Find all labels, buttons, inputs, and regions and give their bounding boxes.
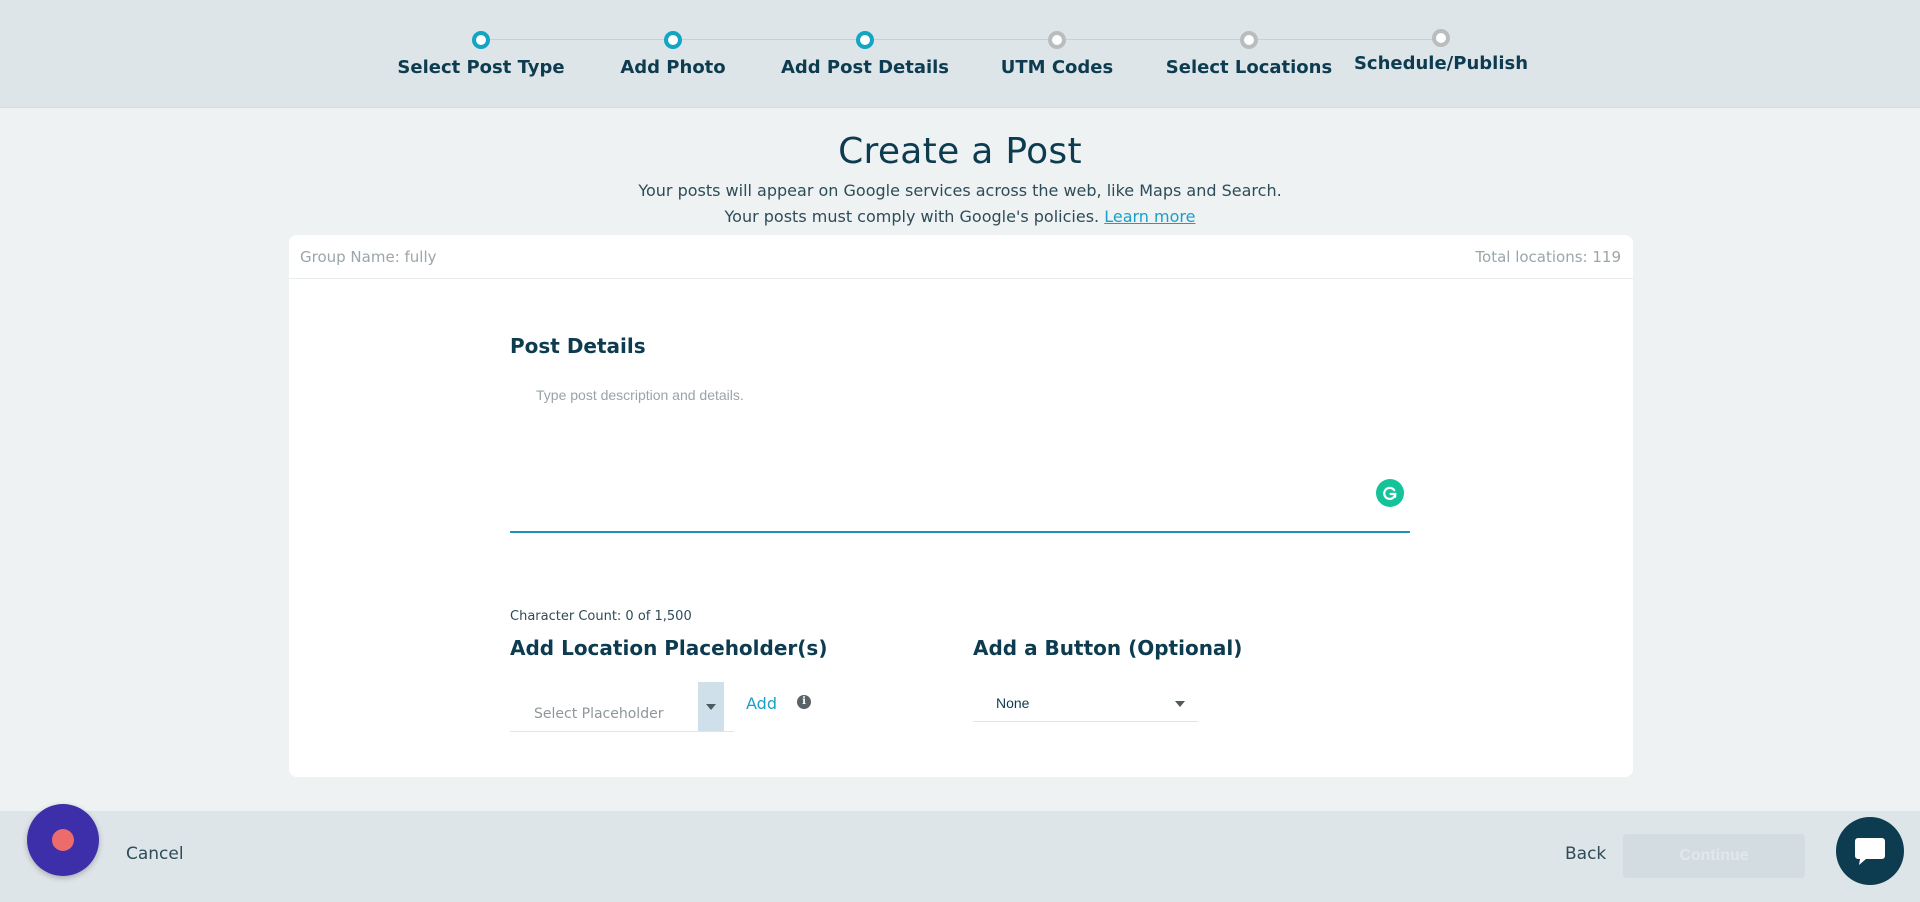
page-subtitle: Your posts will appear on Google service… — [638, 181, 1282, 200]
post-details-title: Post Details — [510, 334, 646, 358]
total-locations: Total locations: 119 — [1475, 247, 1621, 266]
step-indicator — [1432, 29, 1450, 47]
step-utm-codes: UTM Codes — [967, 31, 1147, 78]
info-icon[interactable]: i — [797, 695, 811, 709]
step-schedule-publish: Schedule/Publish — [1351, 29, 1531, 74]
post-form-card: Group Name: fully Total locations: 119 P… — [289, 235, 1633, 777]
chat-icon[interactable] — [1836, 817, 1904, 885]
step-label: UTM Codes — [1000, 57, 1114, 78]
step-add-photo[interactable]: Add Photo — [583, 31, 763, 78]
post-description-input[interactable] — [510, 372, 1410, 531]
placeholder-select-label: Select Placeholder — [534, 706, 664, 722]
record-dot — [52, 829, 74, 851]
step-select-locations: Select Locations — [1159, 31, 1339, 78]
placeholder-select[interactable]: Select Placeholder — [510, 682, 734, 732]
card-header: Group Name: fully Total locations: 119 — [289, 235, 1633, 279]
cancel-button[interactable]: Cancel — [126, 844, 184, 864]
step-indicator — [1240, 31, 1258, 49]
step-indicator — [664, 31, 682, 49]
step-label: Add Photo — [620, 57, 726, 78]
button-type-select[interactable]: None — [973, 680, 1198, 722]
learn-more-link[interactable]: Learn more — [1104, 207, 1195, 226]
step-add-post-details[interactable]: Add Post Details — [775, 31, 955, 78]
footer-bar: Cancel Back Continue — [0, 811, 1920, 902]
step-label: Select Locations — [1165, 57, 1333, 78]
back-button[interactable]: Back — [1565, 844, 1606, 864]
step-label: Add Post Details — [780, 57, 950, 78]
policy-text: Your posts must comply with Google's pol… — [724, 207, 1100, 226]
policy-notice: Your posts must comply with Google's pol… — [0, 207, 1920, 226]
description-field — [510, 372, 1410, 533]
progress-stepper: Select Post Type Add Photo Add Post Deta… — [0, 0, 1920, 108]
group-name: Group Name: fully — [300, 247, 437, 266]
button-type-value: None — [996, 695, 1030, 711]
grammarly-icon[interactable] — [1376, 479, 1404, 507]
step-indicator — [856, 31, 874, 49]
chevron-down-icon — [1175, 701, 1185, 707]
record-icon[interactable] — [27, 804, 99, 876]
step-indicator — [472, 31, 490, 49]
continue-button[interactable]: Continue — [1623, 834, 1805, 878]
step-label: Schedule/Publish — [1353, 53, 1529, 74]
chevron-down-icon[interactable] — [698, 682, 724, 731]
step-select-post-type[interactable]: Select Post Type — [391, 31, 571, 78]
placeholder-section-title: Add Location Placeholder(s) — [510, 636, 828, 660]
step-indicator — [1048, 31, 1066, 49]
page-title: Create a Post — [838, 131, 1082, 172]
character-count: Character Count: 0 of 1,500 — [510, 609, 692, 624]
button-section-title: Add a Button (Optional) — [973, 636, 1243, 660]
step-label: Select Post Type — [397, 57, 565, 78]
add-placeholder-button[interactable]: Add — [746, 694, 777, 713]
